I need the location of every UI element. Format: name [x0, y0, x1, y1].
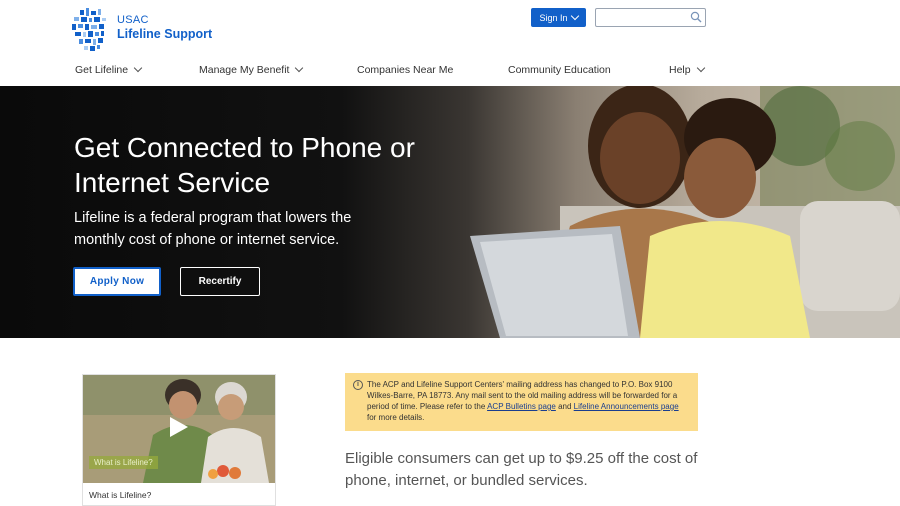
eligibility-statement: Eligible consumers can get up to $9.25 o… — [345, 450, 698, 489]
nav-companies-near-me[interactable]: Companies Near Me — [357, 64, 453, 76]
video-thumbnail[interactable]: What is Lifeline? — [83, 375, 275, 483]
search-box[interactable] — [595, 8, 706, 28]
nav-community-education[interactable]: Community Education — [508, 64, 611, 76]
video-card[interactable]: What is Lifeline? What is Lifeline? — [82, 374, 276, 506]
alert-text: The ACP and Lifeline Support Centers' ma… — [367, 380, 679, 422]
mailing-address-alert: i The ACP and Lifeline Support Centers' … — [345, 373, 698, 431]
hero-subtitle: Lifeline is a federal program that lower… — [74, 210, 352, 248]
chevron-down-icon — [295, 63, 304, 73]
site-header: USAC Lifeline Support Sign In Get Lifeli… — [0, 0, 900, 86]
chevron-down-icon — [570, 11, 579, 21]
main-nav: Get Lifeline Manage My Benefit Companies… — [0, 63, 900, 82]
video-caption: What is Lifeline? — [89, 490, 152, 500]
chevron-down-icon — [696, 63, 705, 73]
nav-item-label: Get Lifeline — [75, 64, 129, 76]
nav-manage-my-benefit[interactable]: Manage My Benefit — [199, 63, 304, 76]
logo-lifeline-text: Lifeline Support — [117, 27, 213, 41]
sign-in-label: Sign In — [539, 12, 568, 23]
logo-mosaic-icon — [72, 8, 106, 51]
info-icon: i — [353, 380, 363, 390]
chevron-down-icon — [133, 63, 143, 73]
nav-item-label: Help — [669, 64, 691, 76]
nav-help[interactable]: Help — [669, 63, 705, 76]
nav-get-lifeline[interactable]: Get Lifeline — [75, 63, 143, 76]
play-icon[interactable] — [167, 415, 191, 439]
logo-usac-text: USAC — [117, 14, 149, 26]
nav-item-label: Companies Near Me — [357, 64, 454, 76]
search-icon[interactable] — [690, 11, 702, 23]
apply-now-button[interactable]: Apply Now — [73, 267, 161, 296]
recertify-button[interactable]: Recertify — [180, 267, 260, 296]
sign-in-button[interactable]: Sign In — [531, 8, 586, 27]
hero-title: Get Connected to Phone or Internet Servi… — [74, 132, 415, 198]
nav-item-label: Community Education — [508, 64, 611, 76]
hero-banner: Get Connected to Phone or Internet Servi… — [0, 86, 900, 338]
acp-bulletins-link[interactable]: ACP Bulletins page — [487, 402, 556, 411]
nav-item-label: Manage My Benefit — [199, 64, 290, 76]
lifeline-announcements-link[interactable]: Lifeline Announcements page — [574, 402, 679, 411]
video-title-tag: What is Lifeline? — [89, 456, 158, 469]
usac-lifeline-logo[interactable]: USAC Lifeline Support — [70, 8, 220, 52]
search-input[interactable] — [596, 10, 686, 28]
